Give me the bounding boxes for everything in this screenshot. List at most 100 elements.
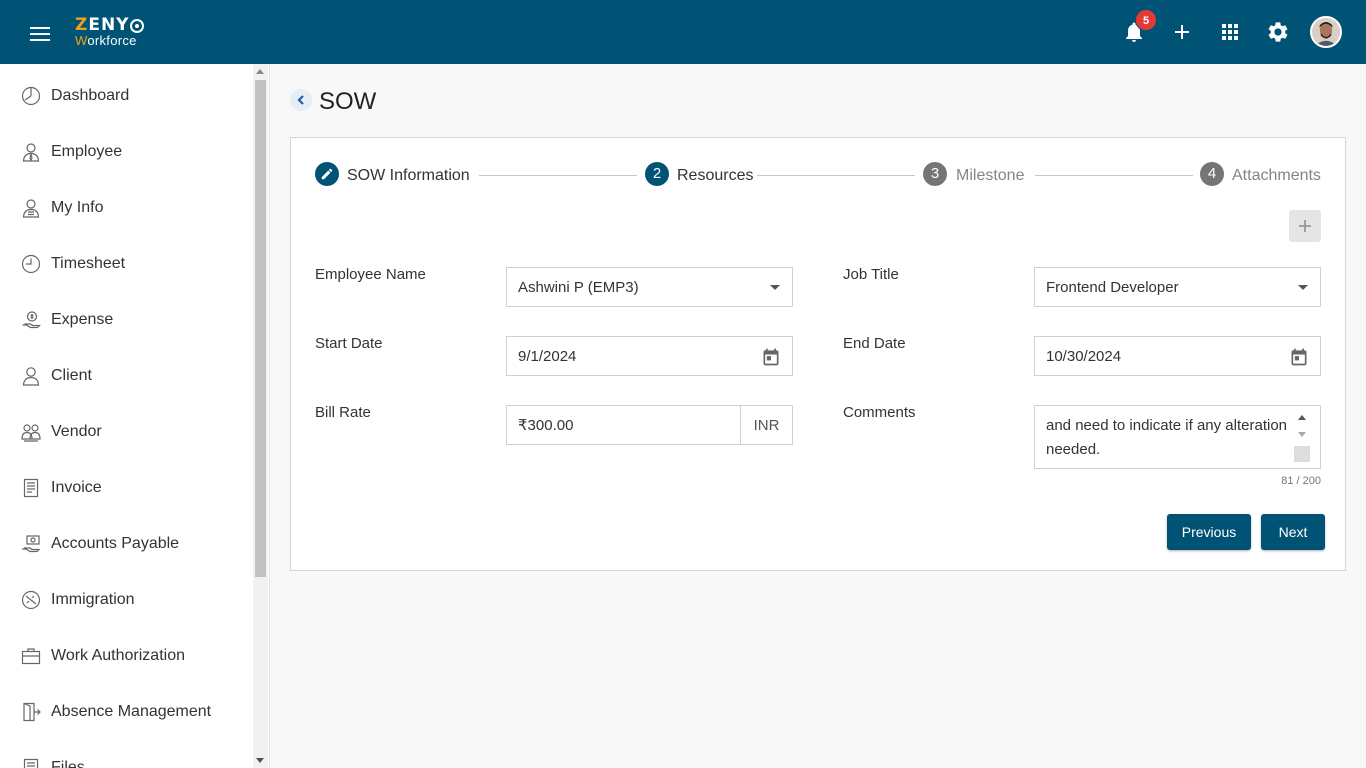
- sidebar: Dashboard Employee My Info Timesheet Exp…: [0, 64, 270, 768]
- end-date-value: 10/30/2024: [1046, 347, 1122, 365]
- person-info-icon: [21, 198, 41, 218]
- chevron-down-icon: [770, 285, 780, 290]
- user-avatar[interactable]: [1310, 16, 1342, 48]
- page-title: SOW: [319, 88, 377, 115]
- job-title-value: Frontend Developer: [1046, 278, 1179, 296]
- step-label-attachments[interactable]: Attachments: [1232, 167, 1321, 185]
- plus-icon[interactable]: [1170, 20, 1194, 44]
- sidebar-item-label: Accounts Payable: [51, 535, 180, 552]
- sidebar-item-label: Client: [51, 367, 92, 384]
- plus-icon: [1299, 220, 1311, 232]
- job-title-select[interactable]: Frontend Developer: [1034, 267, 1321, 307]
- step-connector: [479, 175, 637, 176]
- sidebar-item-label: Immigration: [51, 591, 135, 608]
- back-button[interactable]: [290, 89, 312, 111]
- scroll-down-arrow-icon[interactable]: [256, 758, 264, 763]
- sidebar-item-label: Expense: [51, 311, 114, 328]
- comments-value: and need to indicate if any alteration n…: [1046, 417, 1288, 458]
- step-connector: [757, 175, 915, 176]
- sidebar-item-my-info[interactable]: My Info: [0, 180, 252, 236]
- gear-icon[interactable]: [1266, 20, 1290, 44]
- sidebar-scroll-thumb[interactable]: [255, 80, 266, 577]
- employee-name-label: Employee Name: [315, 266, 426, 283]
- bill-rate-label: Bill Rate: [315, 404, 371, 421]
- briefcase-icon: [21, 646, 41, 666]
- comments-textarea[interactable]: and need to indicate if any alteration n…: [1034, 405, 1321, 469]
- chevron-down-icon: [1298, 285, 1308, 290]
- sidebar-item-label: Employee: [51, 143, 123, 160]
- sidebar-item-employee[interactable]: Employee: [0, 124, 252, 180]
- app-logo[interactable]: Z ENY Workforce: [75, 15, 145, 47]
- user-photo-icon: [1312, 18, 1340, 46]
- step-label-sow-information[interactable]: SOW Information: [347, 167, 470, 185]
- step-1-edit-icon[interactable]: [315, 162, 339, 186]
- start-date-value: 9/1/2024: [518, 347, 577, 365]
- resize-handle-icon[interactable]: [1294, 446, 1310, 462]
- sidebar-item-label: Timesheet: [51, 255, 126, 272]
- step-connector: [1035, 175, 1193, 176]
- calendar-icon[interactable]: [1289, 347, 1309, 367]
- logo-subtitle-rest: orkforce: [87, 33, 137, 48]
- end-date-picker[interactable]: 10/30/2024: [1034, 336, 1321, 376]
- sidebar-item-label: Vendor: [51, 423, 102, 440]
- bill-rate-input[interactable]: ₹300.00 INR: [506, 405, 793, 445]
- money-hand-icon: [21, 310, 41, 330]
- sidebar-item-label: Files: [51, 759, 85, 768]
- sidebar-item-invoice[interactable]: Invoice: [0, 460, 252, 516]
- scroll-up-arrow-icon[interactable]: [256, 69, 264, 74]
- sidebar-item-work-authorization[interactable]: Work Authorization: [0, 628, 252, 684]
- logo-subtitle: Workforce: [75, 34, 144, 47]
- scroll-up-arrow-icon[interactable]: [1298, 415, 1306, 420]
- scroll-down-arrow-icon[interactable]: [1298, 432, 1306, 437]
- sidebar-item-accounts-payable[interactable]: Accounts Payable: [0, 516, 252, 572]
- calendar-icon[interactable]: [761, 347, 781, 367]
- step-3-circle[interactable]: 3: [923, 162, 947, 186]
- logo-wordmark: Z ENY: [75, 15, 145, 35]
- apps-grid-icon[interactable]: [1218, 20, 1242, 44]
- start-date-picker[interactable]: 9/1/2024: [506, 336, 793, 376]
- character-counter: 81 / 200: [1281, 475, 1321, 487]
- previous-button[interactable]: Previous: [1167, 514, 1251, 550]
- sidebar-item-label: Invoice: [51, 479, 102, 496]
- door-exit-icon: [21, 702, 41, 722]
- person-tie-icon: [21, 142, 41, 162]
- clock-pie-icon: [21, 86, 41, 106]
- file-icon: [21, 758, 41, 768]
- currency-suffix: INR: [740, 406, 792, 444]
- sidebar-item-files[interactable]: Files: [0, 740, 252, 768]
- employee-name-select[interactable]: Ashwini P (EMP3): [506, 267, 793, 307]
- comments-label: Comments: [843, 404, 916, 421]
- sidebar-item-expense[interactable]: Expense: [0, 292, 252, 348]
- sidebar-item-label: Work Authorization: [51, 647, 185, 664]
- sidebar-item-timesheet[interactable]: Timesheet: [0, 236, 252, 292]
- step-label-resources[interactable]: Resources: [677, 167, 753, 185]
- invoice-icon: [21, 478, 41, 498]
- textarea-scrollbar[interactable]: [1294, 412, 1310, 462]
- sidebar-item-immigration[interactable]: Immigration: [0, 572, 252, 628]
- sidebar-item-label: Absence Management: [51, 703, 212, 720]
- top-header: Z ENY Workforce 5: [0, 0, 1366, 64]
- sidebar-item-dashboard[interactable]: Dashboard: [0, 68, 252, 124]
- start-date-label: Start Date: [315, 335, 383, 352]
- notification-badge[interactable]: 5: [1135, 9, 1157, 31]
- sidebar-item-client[interactable]: Client: [0, 348, 252, 404]
- globe-plane-icon: [21, 590, 41, 610]
- chevron-left-icon: [297, 95, 304, 105]
- menu-icon[interactable]: [30, 27, 50, 41]
- next-button[interactable]: Next: [1261, 514, 1325, 550]
- add-resource-button[interactable]: [1289, 210, 1321, 242]
- person-icon: [21, 366, 41, 386]
- logo-ring-icon: [130, 18, 145, 33]
- sidebar-item-absence-management[interactable]: Absence Management: [0, 684, 252, 740]
- logo-letter-w: W: [75, 33, 88, 48]
- logo-letters: ENY: [88, 15, 130, 35]
- sidebar-scrollbar[interactable]: [253, 64, 268, 768]
- bill-rate-value: ₹300.00: [518, 417, 574, 434]
- step-4-circle[interactable]: 4: [1200, 162, 1224, 186]
- job-title-label: Job Title: [843, 266, 899, 283]
- employee-name-value: Ashwini P (EMP3): [518, 278, 639, 296]
- sidebar-item-vendor[interactable]: Vendor: [0, 404, 252, 460]
- end-date-label: End Date: [843, 335, 906, 352]
- step-2-circle[interactable]: 2: [645, 162, 669, 186]
- step-label-milestone[interactable]: Milestone: [956, 167, 1024, 185]
